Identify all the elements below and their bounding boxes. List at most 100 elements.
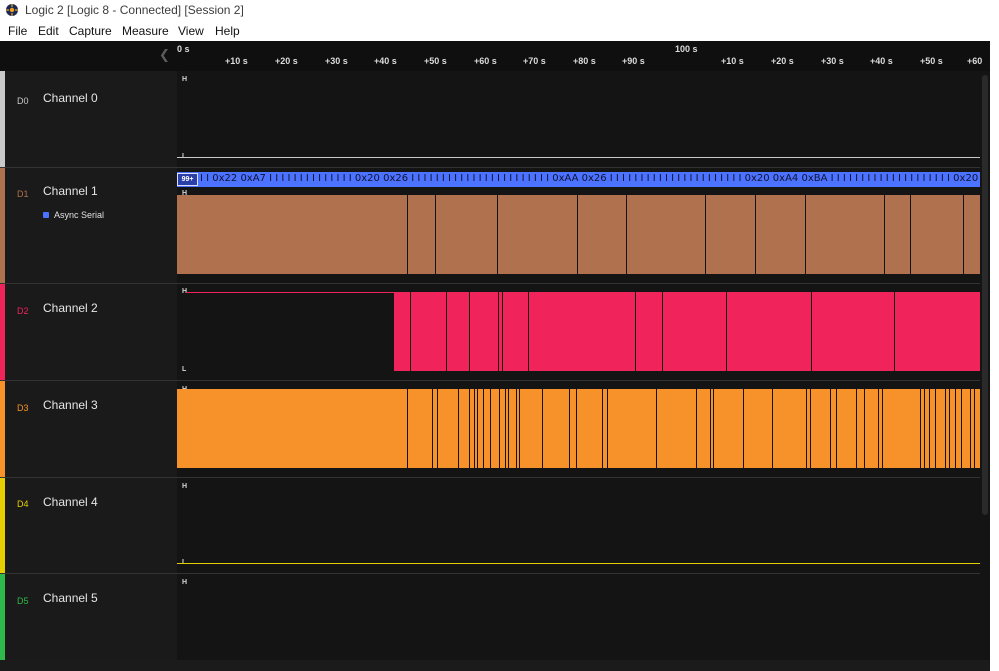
signal-edge — [662, 292, 663, 371]
channel-row-4[interactable]: D4 Channel 4 — [0, 478, 177, 574]
low-level-marker: L — [182, 366, 187, 373]
signal-edge — [974, 389, 975, 468]
signal-edge — [516, 389, 517, 468]
channel-color-strip — [0, 381, 5, 477]
signal-edge — [910, 195, 911, 274]
channel-id: D3 — [17, 403, 29, 413]
signal-edge — [469, 292, 470, 371]
tick-label: +10 s — [225, 56, 248, 66]
waveform-high-line — [186, 292, 395, 293]
signal-edge — [458, 389, 459, 468]
signal-edge — [407, 389, 408, 468]
signal-edge — [542, 389, 543, 468]
analyzer-name[interactable]: Async Serial — [54, 210, 104, 220]
menu-measure[interactable]: Measure — [122, 24, 169, 38]
signal-edge — [772, 389, 773, 468]
signal-edge — [920, 389, 921, 468]
signal-edge — [878, 389, 879, 468]
channel-name[interactable]: Channel 5 — [43, 591, 98, 605]
signal-edge — [935, 389, 936, 468]
menu-view[interactable]: View — [178, 24, 204, 38]
signal-edge — [656, 389, 657, 468]
signal-edge — [856, 389, 857, 468]
waveform-channel-5[interactable]: H — [177, 574, 980, 671]
tick-label: +40 s — [870, 56, 893, 66]
channel-name[interactable]: Channel 4 — [43, 495, 98, 509]
signal-edge — [635, 292, 636, 371]
channel-row-0[interactable]: D0 Channel 0 — [0, 71, 177, 168]
signal-edge — [626, 195, 627, 274]
channel-name[interactable]: Channel 2 — [43, 301, 98, 315]
menu-edit[interactable]: Edit — [38, 24, 59, 38]
tick-label: +60 s — [474, 56, 497, 66]
tick-label: +40 s — [374, 56, 397, 66]
signal-edge — [811, 292, 812, 371]
channel-color-strip — [0, 71, 5, 167]
signal-edge — [435, 195, 436, 274]
signal-edge — [474, 389, 475, 468]
tick-label: +10 s — [721, 56, 744, 66]
channel-name[interactable]: Channel 3 — [43, 398, 98, 412]
signal-edge — [806, 389, 807, 468]
channel-color-strip — [0, 284, 5, 380]
tick-label: +20 s — [771, 56, 794, 66]
signal-edge — [970, 389, 971, 468]
channel-row-5[interactable]: D5 Channel 5 — [0, 574, 177, 671]
channel-name[interactable]: Channel 0 — [43, 91, 98, 105]
tick-major: 100 s — [675, 44, 698, 54]
window-title: Logic 2 [Logic 8 - Connected] [Session 2… — [25, 3, 244, 17]
menu-help[interactable]: Help — [215, 24, 240, 38]
waveform-channel-4[interactable]: H L — [177, 478, 980, 574]
signal-edge — [929, 389, 930, 468]
signal-edge — [607, 389, 608, 468]
tick-label: +50 s — [920, 56, 943, 66]
signal-edge — [963, 195, 964, 274]
channel-color-strip — [0, 478, 5, 573]
signal-edge — [508, 389, 509, 468]
channel-id: D4 — [17, 499, 29, 509]
tick-label: +80 s — [573, 56, 596, 66]
channel-row-2[interactable]: D2 Channel 2 — [0, 284, 177, 381]
channel-color-strip — [0, 574, 5, 670]
high-level-marker: H — [182, 579, 188, 586]
signal-edge — [505, 389, 506, 468]
waveform-signal — [177, 389, 980, 468]
signal-edge — [961, 389, 962, 468]
channel-name[interactable]: Channel 1 — [43, 184, 98, 198]
decode-count-badge[interactable]: 99+ — [177, 173, 198, 186]
channel-id: D5 — [17, 596, 29, 606]
signal-edge — [726, 292, 727, 371]
waveform-channel-3[interactable]: H L — [177, 381, 980, 478]
channel-row-1[interactable]: D1 Channel 1 Async Serial — [0, 168, 177, 284]
window-edge — [990, 41, 999, 671]
signal-edge — [410, 292, 411, 371]
signal-edge — [805, 195, 806, 274]
decoded-bytes: I I 0x22 0xA7 I I I I I I I I I I I I I … — [200, 173, 980, 184]
scrollbar-thumb[interactable] — [982, 75, 988, 515]
waveform-channel-0[interactable]: H L — [177, 71, 980, 168]
horizontal-scrollbar[interactable] — [0, 660, 990, 671]
analyzer-color-dot — [43, 212, 49, 218]
signal-edge — [519, 389, 520, 468]
menu-capture[interactable]: Capture — [69, 24, 112, 38]
signal-edge — [755, 195, 756, 274]
signal-edge — [469, 389, 470, 468]
time-ruler[interactable]: 0 s +10 s +20 s +30 s +40 s +50 s +60 s … — [177, 41, 990, 71]
waveform-signal — [177, 195, 980, 274]
channel-id: D0 — [17, 96, 29, 106]
menu-file[interactable]: File — [8, 24, 27, 38]
tick-label: +30 s — [325, 56, 348, 66]
async-serial-decode-bar[interactable]: 99+ I I 0x22 0xA7 I I I I I I I I I I I … — [177, 172, 980, 187]
signal-edge — [696, 389, 697, 468]
signal-edge — [528, 292, 529, 371]
signal-edge — [710, 389, 711, 468]
vertical-scrollbar[interactable] — [980, 71, 990, 671]
waveform-channel-2[interactable]: H L — [177, 284, 980, 381]
channel-id: D1 — [17, 189, 29, 199]
ruler-corner: ❮ — [0, 41, 177, 71]
signal-edge — [483, 389, 484, 468]
signal-edge — [864, 389, 865, 468]
tick-label: +30 s — [821, 56, 844, 66]
chevron-left-icon[interactable]: ❮ — [159, 47, 170, 63]
channel-row-3[interactable]: D3 Channel 3 — [0, 381, 177, 478]
